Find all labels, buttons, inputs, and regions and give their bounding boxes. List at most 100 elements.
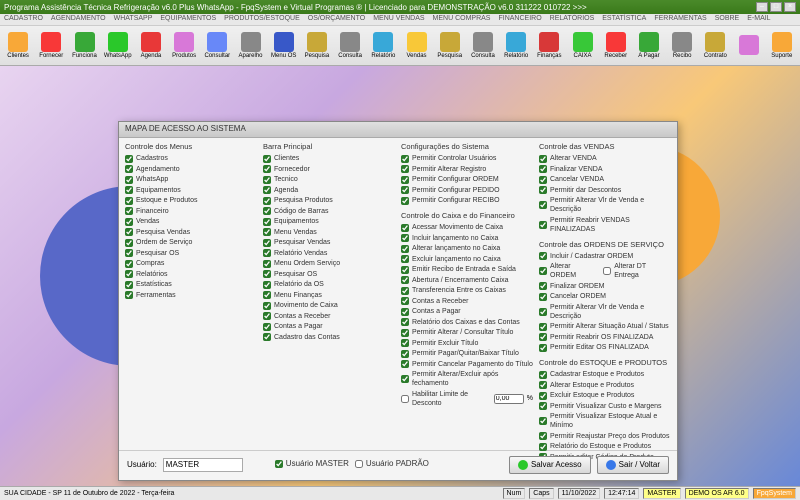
- option-check[interactable]: [263, 197, 271, 205]
- option-check[interactable]: [125, 197, 133, 205]
- toolbar-aparelho[interactable]: Aparelho: [234, 28, 266, 64]
- option-check[interactable]: [539, 165, 547, 173]
- user-master-check[interactable]: [275, 460, 283, 468]
- option-check[interactable]: [539, 333, 547, 341]
- toolbar-recibo[interactable]: Recibo: [666, 28, 698, 64]
- option-check[interactable]: [401, 197, 409, 205]
- option-check[interactable]: [263, 239, 271, 247]
- menu-menu compras[interactable]: MENU COMPRAS: [433, 15, 491, 24]
- toolbar-contrato[interactable]: Contrato: [699, 28, 731, 64]
- option-check[interactable]: [539, 282, 547, 290]
- option-check[interactable]: [539, 417, 547, 425]
- option-check[interactable]: [539, 308, 547, 316]
- option-check[interactable]: [401, 255, 409, 263]
- option-check[interactable]: [263, 155, 271, 163]
- option-check[interactable]: [263, 186, 271, 194]
- option-check[interactable]: [263, 270, 271, 278]
- maximize-button[interactable]: □: [770, 2, 782, 12]
- menu-estatística[interactable]: ESTATÍSTICA: [602, 15, 646, 24]
- exit-button[interactable]: Sair / Voltar: [597, 456, 669, 474]
- option-check[interactable]: [263, 165, 271, 173]
- option-check[interactable]: [263, 312, 271, 320]
- toolbar-caixa[interactable]: CAIXA: [566, 28, 598, 64]
- menu-sobre[interactable]: SOBRE: [715, 15, 740, 24]
- toolbar-agenda[interactable]: Agenda: [135, 28, 167, 64]
- option-check[interactable]: [125, 207, 133, 215]
- menu-produtos/estoque[interactable]: PRODUTOS/ESTOQUE: [224, 15, 300, 24]
- menu-financeiro[interactable]: FINANCEIRO: [498, 15, 541, 24]
- option-check[interactable]: [125, 260, 133, 268]
- option-check[interactable]: [263, 207, 271, 215]
- option-check[interactable]: [401, 287, 409, 295]
- option-check[interactable]: [125, 270, 133, 278]
- save-access-button[interactable]: Salvar Acesso: [509, 456, 591, 474]
- option-check[interactable]: [401, 297, 409, 305]
- option-check[interactable]: [263, 281, 271, 289]
- option-check[interactable]: [539, 155, 547, 163]
- option-check[interactable]: [401, 375, 409, 383]
- option-check[interactable]: [263, 333, 271, 341]
- user-padrao-check[interactable]: [355, 460, 363, 468]
- toolbar-consultar[interactable]: Consultar: [201, 28, 233, 64]
- option-check[interactable]: [401, 318, 409, 326]
- option-check[interactable]: [263, 323, 271, 331]
- menu-equipamentos[interactable]: EQUIPAMENTOS: [160, 15, 216, 24]
- option-check[interactable]: [401, 176, 409, 184]
- close-button[interactable]: ×: [784, 2, 796, 12]
- toolbar-btn[interactable]: [732, 28, 764, 64]
- option-check[interactable]: [125, 176, 133, 184]
- option-check[interactable]: [539, 176, 547, 184]
- option-check[interactable]: [539, 252, 547, 260]
- option-check[interactable]: [125, 228, 133, 236]
- toolbar-consulta[interactable]: Consulta: [334, 28, 366, 64]
- option-check[interactable]: [539, 392, 547, 400]
- toolbar-whatsapp[interactable]: WhatsApp: [102, 28, 134, 64]
- option-check[interactable]: [539, 201, 547, 209]
- menu-ferramentas[interactable]: FERRAMENTAS: [654, 15, 706, 24]
- option-check[interactable]: [263, 302, 271, 310]
- option-check[interactable]: [401, 165, 409, 173]
- option-check[interactable]: [539, 267, 547, 275]
- option-check[interactable]: [539, 221, 547, 229]
- option-check[interactable]: [263, 291, 271, 299]
- option-check[interactable]: [401, 329, 409, 337]
- toolbar-pesquisa[interactable]: Pesquisa: [434, 28, 466, 64]
- option-check[interactable]: [401, 186, 409, 194]
- toolbar-suporte[interactable]: Suporte: [766, 28, 798, 64]
- option-check[interactable]: [539, 323, 547, 331]
- option-check[interactable]: [263, 260, 271, 268]
- option-check[interactable]: [263, 228, 271, 236]
- option-check[interactable]: [539, 443, 547, 451]
- option-check[interactable]: [401, 234, 409, 242]
- option-check[interactable]: [539, 344, 547, 352]
- option-check[interactable]: [401, 276, 409, 284]
- option-check[interactable]: [263, 176, 271, 184]
- option-check[interactable]: [539, 293, 547, 301]
- menu-cadastro[interactable]: CADASTRO: [4, 15, 43, 24]
- option-check[interactable]: [539, 371, 547, 379]
- toolbar-produtos[interactable]: Produtos: [168, 28, 200, 64]
- option-check[interactable]: [401, 308, 409, 316]
- toolbar-vendas[interactable]: Vendas: [400, 28, 432, 64]
- option-check[interactable]: [125, 165, 133, 173]
- option-check[interactable]: [603, 267, 611, 275]
- option-check[interactable]: [125, 291, 133, 299]
- toolbar-relatório[interactable]: Relatório: [500, 28, 532, 64]
- menu-agendamento[interactable]: AGENDAMENTO: [51, 15, 106, 24]
- toolbar-relatório[interactable]: Relatório: [367, 28, 399, 64]
- option-check[interactable]: [401, 360, 409, 368]
- option-check[interactable]: [539, 432, 547, 440]
- option-check[interactable]: [401, 339, 409, 347]
- toolbar-funciona[interactable]: Funciona: [68, 28, 100, 64]
- option-check[interactable]: [263, 218, 271, 226]
- option-check[interactable]: [401, 245, 409, 253]
- option-check[interactable]: [125, 186, 133, 194]
- option-check[interactable]: [125, 249, 133, 257]
- menu-whatsapp[interactable]: WHATSAPP: [114, 15, 153, 24]
- toolbar-clientes[interactable]: Clientes: [2, 28, 34, 64]
- menu-e-mail[interactable]: E-MAIL: [747, 15, 770, 24]
- option-check[interactable]: [125, 218, 133, 226]
- option-check[interactable]: [263, 249, 271, 257]
- toolbar-menu os[interactable]: Menu OS: [268, 28, 300, 64]
- option-check[interactable]: [401, 155, 409, 163]
